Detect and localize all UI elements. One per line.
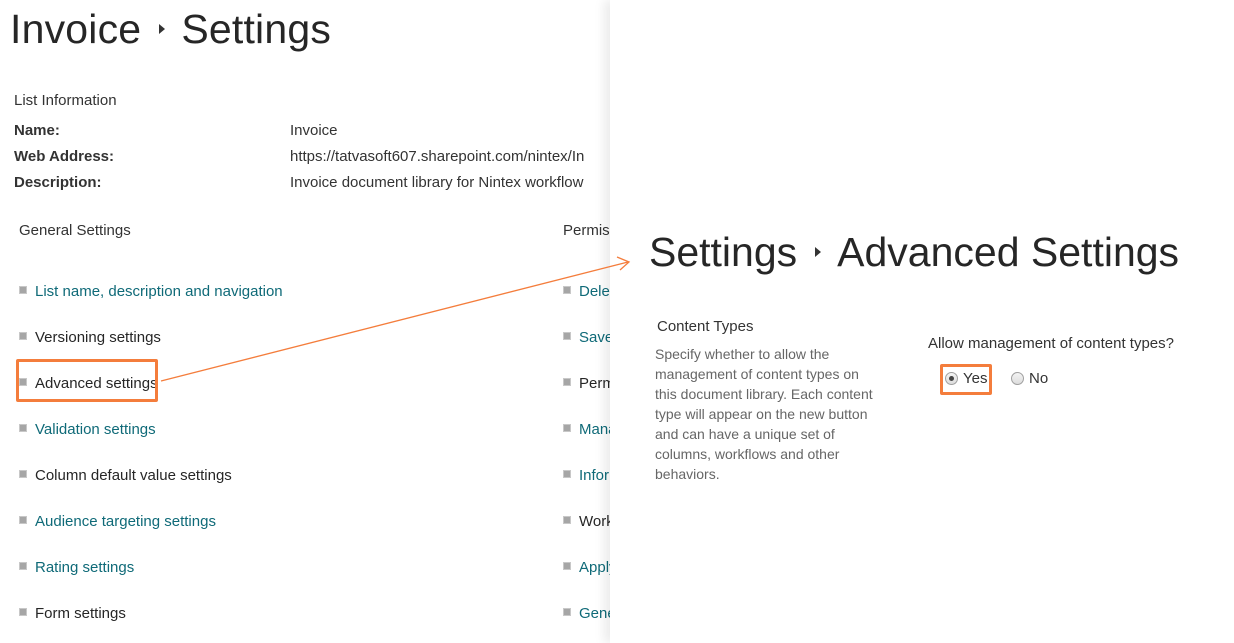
info-value: Invoice (290, 122, 338, 139)
bullet-icon (563, 286, 571, 295)
info-row-name: Name: Invoice (14, 122, 338, 139)
item-label: Perm (579, 375, 610, 392)
item-label: Infor (579, 467, 610, 484)
radio-no[interactable]: No (1011, 370, 1048, 387)
item-label: Rating settings (35, 559, 135, 576)
general-settings-item-column-default[interactable]: Column default value settings (19, 467, 232, 484)
list-information-heading: List Information (14, 92, 117, 109)
general-settings-item-audience[interactable]: Audience targeting settings (19, 513, 216, 530)
permissions-item[interactable]: Mana (563, 421, 610, 438)
allow-management-question: Allow management of content types? (928, 335, 1174, 352)
breadcrumb-current: Advanced Settings (837, 229, 1180, 275)
item-label: Work (579, 513, 610, 530)
bullet-icon (563, 332, 571, 341)
radio-unchecked-icon[interactable] (1011, 372, 1024, 385)
permissions-item[interactable]: Work (563, 513, 610, 530)
advanced-settings-highlight (16, 359, 158, 402)
list-settings-page: Invoice Settings List Information Name: In… (0, 0, 610, 643)
general-settings-item-versioning[interactable]: Versioning settings (19, 329, 161, 346)
item-label: Apply (579, 559, 610, 576)
bullet-icon (19, 608, 27, 617)
item-label: Versioning settings (35, 329, 161, 346)
general-settings-item-list-name[interactable]: List name, description and navigation (19, 283, 283, 300)
page-title: Invoice Settings (10, 6, 331, 53)
advanced-settings-page: Settings Advanced Settings Content Types … (610, 0, 1234, 643)
general-settings-item-form[interactable]: Form settings (19, 605, 126, 622)
info-key: Web Address: (14, 148, 115, 165)
bullet-icon (19, 286, 27, 295)
info-key: Name: (14, 122, 60, 139)
item-label: Mana (579, 421, 610, 438)
bullet-icon (19, 332, 27, 341)
breadcrumb-arrow-icon (815, 247, 822, 258)
info-value: Invoice document library for Nintex work… (290, 174, 584, 191)
permissions-item[interactable]: Save (563, 329, 610, 346)
breadcrumb-parent[interactable]: Invoice (10, 6, 141, 52)
item-label: List name, description and navigation (35, 283, 283, 300)
permissions-item[interactable]: Perm (563, 375, 610, 392)
item-label: Audience targeting settings (35, 513, 216, 530)
yes-option-highlight (940, 364, 992, 395)
bullet-icon (563, 608, 571, 617)
bullet-icon (563, 378, 571, 387)
permissions-item[interactable]: Gene (563, 605, 610, 622)
general-settings-item-validation[interactable]: Validation settings (19, 421, 156, 438)
item-label: Delet (579, 283, 610, 300)
bullet-icon (563, 516, 571, 525)
item-label: Column default value settings (35, 467, 232, 484)
breadcrumb-current: Settings (181, 6, 332, 52)
item-label: Form settings (35, 605, 126, 622)
bullet-icon (563, 470, 571, 479)
info-value: https://tatvasoft607.sharepoint.com/nint… (290, 148, 585, 165)
bullet-icon (19, 562, 27, 571)
radio-no-label: No (1029, 370, 1049, 387)
content-types-title: Content Types (657, 318, 754, 335)
info-row-web-address: Web Address: https://tatvasoft607.sharepo… (14, 148, 584, 165)
permissions-item[interactable]: Apply (563, 559, 610, 576)
permissions-heading: Permis (563, 222, 610, 239)
bullet-icon (19, 424, 27, 433)
bullet-icon (563, 562, 571, 571)
permissions-item[interactable]: Delet (563, 283, 610, 300)
general-settings-heading: General Settings (19, 222, 131, 239)
item-label: Save (579, 329, 610, 346)
bullet-icon (563, 424, 571, 433)
advanced-settings-title: Settings Advanced Settings (649, 229, 1179, 276)
bullet-icon (19, 516, 27, 525)
permissions-item[interactable]: Infor (563, 467, 609, 484)
content-types-description: Specify whether to allow the management … (655, 346, 873, 482)
item-label: Gene (579, 605, 610, 622)
info-row-description: Description: Invoice document library for… (14, 174, 583, 191)
bullet-icon (19, 470, 27, 479)
breadcrumb-parent[interactable]: Settings (649, 229, 797, 275)
general-settings-item-rating[interactable]: Rating settings (19, 559, 134, 576)
breadcrumb-arrow-icon (159, 24, 166, 35)
item-label: Validation settings (35, 421, 156, 438)
info-key: Description: (14, 174, 102, 191)
